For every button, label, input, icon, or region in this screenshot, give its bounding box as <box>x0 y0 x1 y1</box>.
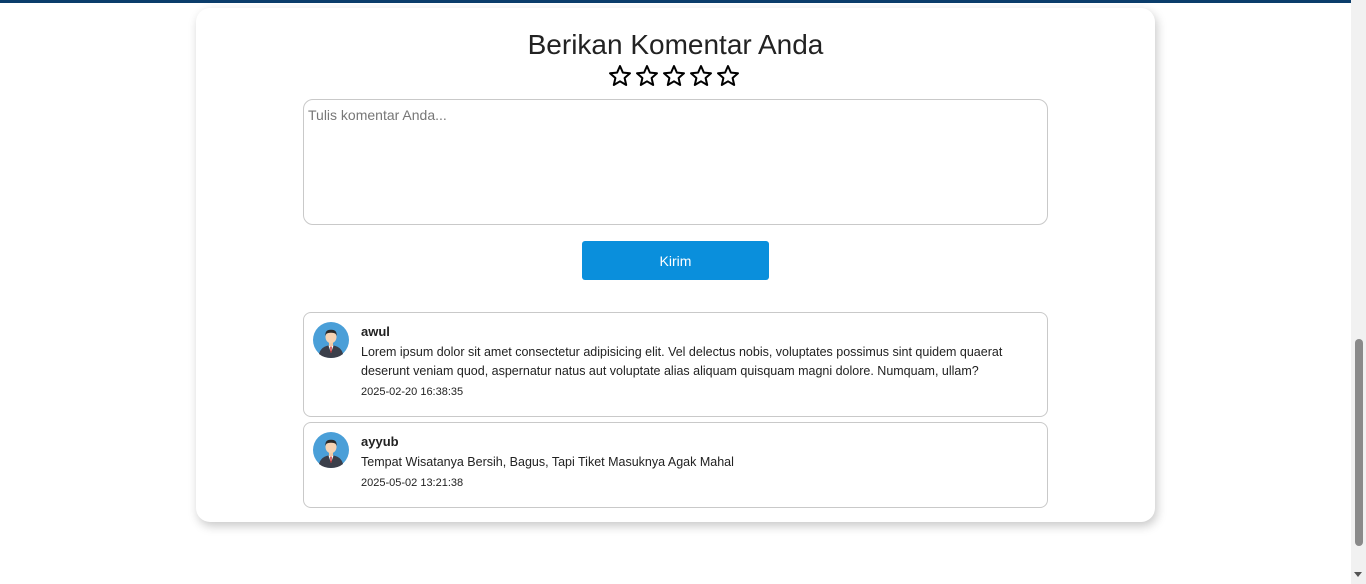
star-icon-1[interactable] <box>608 64 632 88</box>
page-title: Berikan Komentar Anda <box>527 29 824 60</box>
comment-item: ayyub Tempat Wisatanya Bersih, Bagus, Ta… <box>303 422 1048 508</box>
comment-author: ayyub <box>361 434 399 449</box>
comment-input[interactable] <box>303 99 1048 225</box>
user-avatar-icon <box>313 432 349 468</box>
star-icon-2[interactable] <box>635 64 659 88</box>
user-avatar-icon <box>313 322 349 358</box>
comment-card: Berikan Komentar Anda Kirim awul Lorem i… <box>196 8 1155 522</box>
star-icon-5[interactable] <box>716 64 740 88</box>
comment-text: Tempat Wisatanya Bersih, Bagus, Tapi Tik… <box>361 455 734 469</box>
top-border <box>0 0 1351 3</box>
submit-button[interactable]: Kirim <box>582 241 769 280</box>
scrollbar-thumb[interactable] <box>1355 339 1363 546</box>
comment-text: Lorem ipsum dolor sit amet consectetur a… <box>361 345 1003 378</box>
comment-timestamp: 2025-02-20 16:38:35 <box>361 386 464 398</box>
comment-author: awul <box>361 324 390 339</box>
comment-item: awul Lorem ipsum dolor sit amet consecte… <box>303 312 1048 417</box>
star-rating[interactable] <box>608 64 740 90</box>
vertical-scrollbar[interactable] <box>1351 0 1366 584</box>
scroll-down-arrow-icon[interactable] <box>1354 572 1362 577</box>
comment-timestamp: 2025-05-02 13:21:38 <box>361 477 464 489</box>
star-icon-3[interactable] <box>662 64 686 88</box>
star-icon-4[interactable] <box>689 64 713 88</box>
